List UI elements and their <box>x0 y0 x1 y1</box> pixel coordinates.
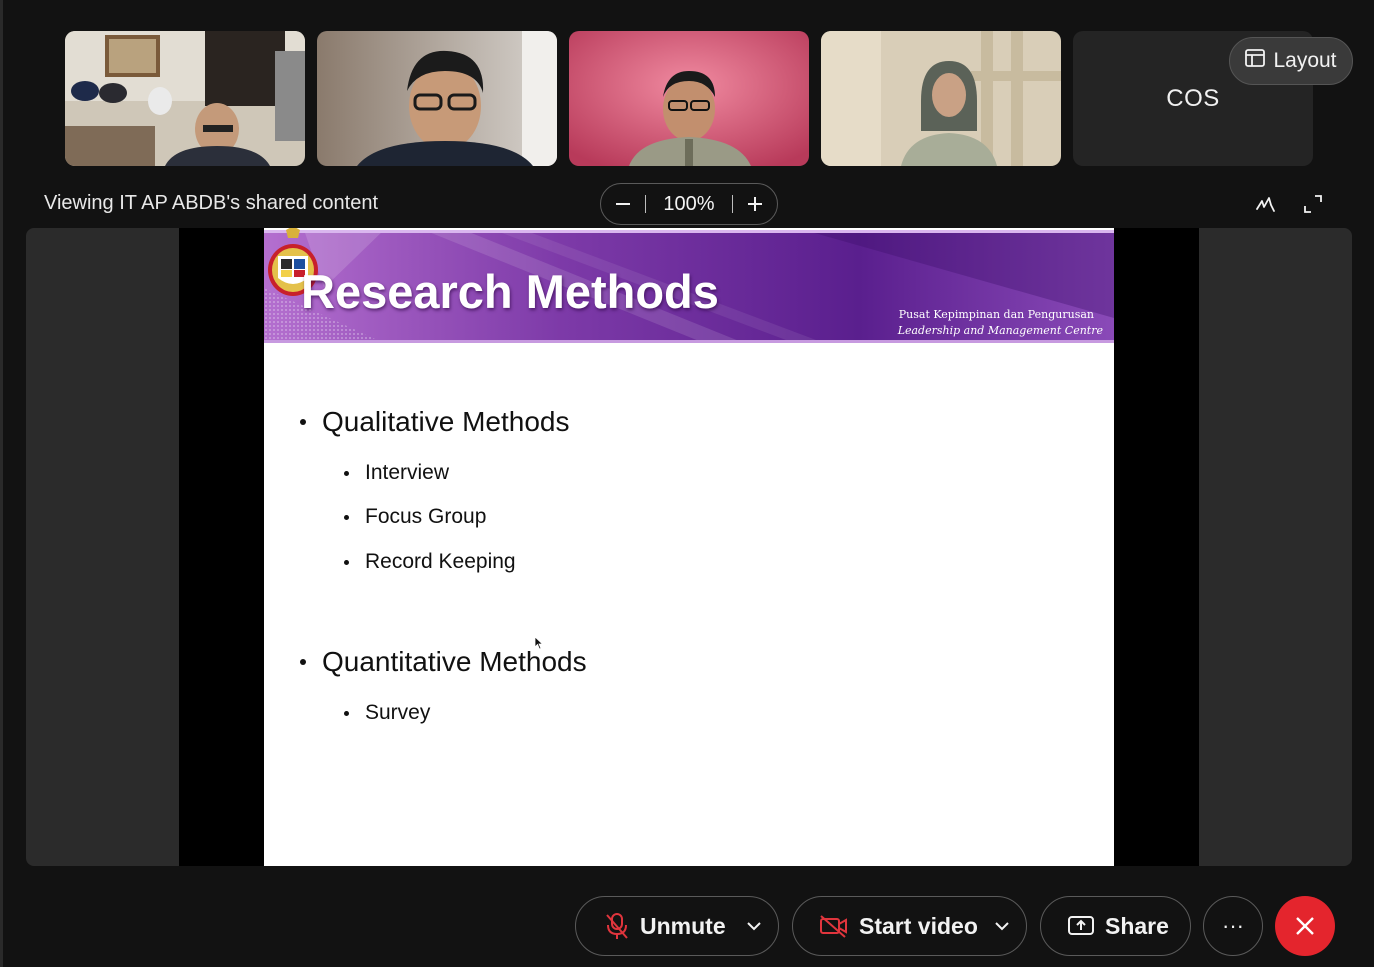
bullet-text: Qualitative Methods <box>322 406 570 437</box>
more-icon: ··· <box>1222 913 1244 938</box>
fullscreen-button[interactable] <box>1299 190 1327 218</box>
org-name-malay: Pusat Kepimpinan dan Pengurusan <box>898 308 1094 321</box>
slide-bullet-heading: Quantitative Methods <box>300 646 587 678</box>
bullet-dot <box>344 470 349 476</box>
participant-video-2[interactable] <box>317 31 557 166</box>
slide-bullet-item: Survey <box>344 701 430 725</box>
participant-video-4[interactable] <box>821 31 1061 166</box>
org-name-english: Leadership and Management Centre <box>897 324 1103 337</box>
participant-video-3[interactable] <box>569 31 809 166</box>
zoom-control: 100% <box>600 183 778 225</box>
unmute-label: Unmute <box>640 912 726 939</box>
zoom-in-button[interactable] <box>733 184 777 224</box>
bullet-dot <box>300 659 306 665</box>
annotate-button[interactable] <box>1251 190 1279 218</box>
close-icon <box>1296 917 1314 935</box>
slide-header-banner: Research Methods Pusat Kepimpinan dan Pe… <box>264 228 1114 346</box>
mouse-cursor-icon <box>534 636 544 650</box>
bullet-dot <box>344 559 349 565</box>
leave-meeting-button[interactable] <box>1275 896 1335 956</box>
mic-muted-icon <box>604 912 630 940</box>
zoom-level: 100% <box>663 192 715 215</box>
start-video-label: Start video <box>859 912 978 939</box>
layout-button-label: Layout <box>1273 49 1337 72</box>
minus-icon <box>616 203 630 205</box>
bullet-text: Interview <box>365 461 450 484</box>
participant-video-1[interactable] <box>65 31 305 166</box>
window-edge <box>0 0 3 967</box>
annotate-icon <box>1256 197 1275 212</box>
layout-icon <box>1245 49 1266 73</box>
bullet-text: Survey <box>365 701 431 724</box>
unmute-button[interactable]: Unmute <box>575 896 779 956</box>
chevron-down-icon[interactable] <box>746 921 762 931</box>
share-label: Share <box>1105 912 1169 939</box>
chevron-down-icon[interactable] <box>994 921 1010 931</box>
bullet-dot <box>344 514 349 520</box>
slide-bullet-item: Record Keeping <box>344 550 516 574</box>
slide-bullet-item: Interview <box>344 461 449 485</box>
slide-title: Research Methods <box>301 265 719 318</box>
participant-name: COS <box>1166 84 1220 112</box>
share-screen-icon <box>1067 914 1095 938</box>
bullet-text: Quantitative Methods <box>322 646 587 677</box>
slide-bullet-heading: Qualitative Methods <box>300 406 569 438</box>
bullet-text: Focus Group <box>365 505 487 528</box>
bullet-text: Record Keeping <box>365 550 516 573</box>
bullet-dot <box>344 710 349 716</box>
bullet-dot <box>300 419 306 425</box>
presentation-slide: Research Methods Pusat Kepimpinan dan Pe… <box>264 228 1114 866</box>
share-button[interactable]: Share <box>1040 896 1191 956</box>
video-off-icon <box>819 914 849 938</box>
slide-bullet-item: Focus Group <box>344 505 486 529</box>
fullscreen-icon <box>1304 195 1322 213</box>
more-options-button[interactable]: ··· <box>1203 896 1263 956</box>
plus-icon <box>748 197 762 211</box>
layout-button[interactable]: Layout <box>1229 37 1353 85</box>
zoom-out-button[interactable] <box>601 184 645 224</box>
start-video-button[interactable]: Start video <box>792 896 1027 956</box>
shared-content-label: Viewing IT AP ABDB's shared content <box>44 192 379 214</box>
